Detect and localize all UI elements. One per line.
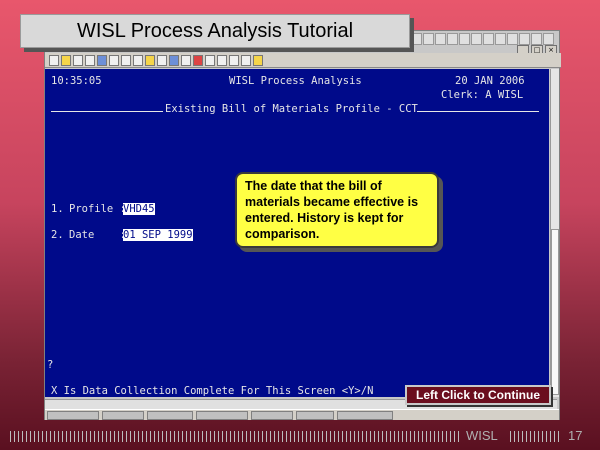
toolbar-icon[interactable]: [459, 33, 470, 45]
footer-bars: [510, 431, 560, 442]
print-icon[interactable]: [85, 54, 95, 66]
profile-field[interactable]: VHD45: [123, 203, 155, 215]
toolbar-icon[interactable]: [447, 33, 458, 45]
title-rule-left: [51, 111, 163, 112]
taskbar-item[interactable]: [196, 410, 248, 420]
email-icon[interactable]: [145, 54, 155, 66]
screen-title: Existing Bill of Materials Profile - CCT: [165, 103, 418, 115]
page-number: 17: [568, 428, 583, 443]
date-label: Date :: [69, 229, 126, 241]
toolbar-icon[interactable]: [423, 33, 434, 45]
cut-icon[interactable]: [109, 54, 119, 66]
footer-bars: [10, 431, 462, 442]
toolbar-icon[interactable]: [543, 33, 554, 45]
help-icon[interactable]: [253, 54, 263, 66]
slide-title: WISL Process Analysis Tutorial: [20, 14, 410, 48]
script-icon[interactable]: [229, 54, 239, 66]
toolbar-icon[interactable]: [519, 33, 530, 45]
profile-label: Profile :: [69, 203, 126, 215]
toolbar-icon[interactable]: [495, 33, 506, 45]
terminal-date: 20 JAN 2006: [455, 75, 525, 87]
date-field[interactable]: 01 SEP 1999: [123, 229, 193, 241]
toolbar-icon[interactable]: [531, 33, 542, 45]
connect-icon[interactable]: [169, 54, 179, 66]
field-number: 1.: [51, 203, 64, 215]
disconnect-icon[interactable]: [193, 54, 203, 66]
taskbar: [45, 409, 559, 420]
top-toolbar: [411, 33, 565, 45]
toolbar-icon[interactable]: [411, 33, 422, 45]
keyboard-icon[interactable]: [205, 54, 215, 66]
continue-button[interactable]: Left Click to Continue: [405, 385, 551, 405]
taskbar-item[interactable]: [47, 410, 99, 420]
toolbar-icon[interactable]: [471, 33, 482, 45]
toolbar-icon[interactable]: [483, 33, 494, 45]
terminal-app-title: WISL Process Analysis: [229, 75, 362, 87]
paste-icon[interactable]: [133, 54, 143, 66]
open-folder-icon[interactable]: [61, 54, 71, 66]
field-number: 2.: [51, 229, 64, 241]
toolbar-icon[interactable]: [435, 33, 446, 45]
title-rule-right: [417, 111, 539, 112]
taskbar-item[interactable]: [337, 410, 393, 420]
copy-icon[interactable]: [121, 54, 131, 66]
footer-brand: WISL: [466, 428, 498, 443]
vertical-scrollbar[interactable]: [550, 69, 559, 397]
window-icon[interactable]: [217, 54, 227, 66]
macro-icon[interactable]: [241, 54, 251, 66]
scrollbar-thumb[interactable]: [551, 229, 559, 395]
callout-note: The date that the bill of materials beca…: [235, 172, 439, 248]
main-toolbar: [45, 53, 561, 68]
find-icon[interactable]: [157, 54, 167, 66]
settings-icon[interactable]: [181, 54, 191, 66]
terminal-clerk: Clerk: A WISL: [441, 89, 524, 101]
terminal-time: 10:35:05: [51, 75, 102, 87]
input-cursor: ?: [47, 359, 54, 371]
save-icon[interactable]: [73, 54, 83, 66]
slide-footer: WISL 17: [0, 426, 600, 446]
monitor-icon[interactable]: [97, 54, 107, 66]
toolbar-icon[interactable]: [507, 33, 518, 45]
taskbar-item[interactable]: [147, 410, 193, 420]
taskbar-item[interactable]: [251, 410, 293, 420]
new-file-icon[interactable]: [49, 54, 59, 66]
taskbar-item[interactable]: [296, 410, 334, 420]
taskbar-item[interactable]: [102, 410, 144, 420]
completion-prompt: X Is Data Collection Complete For This S…: [51, 385, 374, 397]
